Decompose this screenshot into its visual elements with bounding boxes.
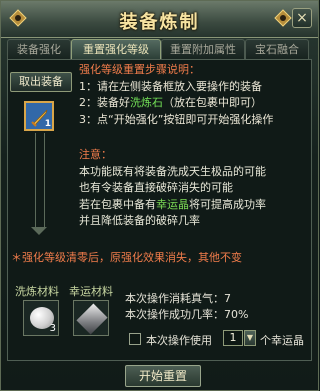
lucky-material-slot[interactable] (73, 300, 109, 336)
equipment-level-badge: 1 (44, 119, 51, 129)
tab-gem-fusion[interactable]: 宝石融合 (245, 39, 309, 59)
window-title: 装备炼制 (119, 12, 200, 33)
lucky-material-label: 幸运材料 (69, 285, 113, 298)
wash-material-label: 洗炼材料 (15, 285, 59, 298)
tab-reset-enhance-level[interactable]: 重置强化等级 (71, 39, 161, 59)
instruction-step-3: 3：点“开始强化”按钮即可开始强化操作 (79, 112, 274, 126)
wash-material-count: 3 (49, 323, 56, 334)
use-lucky-crystal-checkbox[interactable] (129, 333, 141, 345)
notice-line-1: 本功能既有将装备洗成天生极品的可能 (79, 164, 266, 178)
start-reset-button[interactable]: 开始重置 (125, 365, 201, 387)
wash-material-slot[interactable]: 3 (23, 300, 59, 336)
tab-bar: 装备强化 重置强化等级 重置附加属性 宝石融合 (7, 39, 312, 59)
forge-window: 装备炼制 × 装备强化 重置强化等级 重置附加属性 宝石融合 取出装备 1 强化… (0, 0, 319, 391)
use-lucky-crystal-label: 本次操作使用 (146, 334, 212, 347)
lucky-crystal-icon (76, 303, 108, 335)
notice-line-3-prefix: 若在包裹中备有 (79, 197, 156, 211)
notice-line-3-suffix: 将可提高成功率 (189, 197, 266, 211)
washing-stone-highlight: 洗炼石 (130, 96, 163, 110)
lucky-crystal-highlight: 幸运晶 (156, 197, 189, 211)
instruction-step-2: 2：装备好洗炼石（放在包裹中即可） (79, 95, 305, 112)
chevron-down-icon[interactable]: ▼ (244, 330, 256, 346)
instruction-step-1: 1：请在左侧装备框放入要操作的装备 (79, 79, 262, 93)
reset-warning: ＊强化等级清零后，原强化效果消失，其他不变 (11, 251, 242, 264)
tab-equipment-enhance[interactable]: 装备强化 (7, 39, 71, 59)
lucky-crystal-suffix: 个幸运晶 (260, 334, 304, 347)
remove-equipment-button[interactable]: 取出装备 (10, 72, 72, 92)
instruction-step-2-suffix: （放在包裹中即可） (163, 96, 262, 110)
close-button[interactable]: × (292, 8, 312, 28)
instructions-heading: 强化等级重置步骤说明： (79, 63, 200, 76)
tab-reset-extra-attributes[interactable]: 重置附加属性 (161, 39, 245, 59)
equipment-track (35, 133, 45, 229)
energy-cost: 本次操作消耗真气：7 (125, 292, 231, 305)
notice: 注意： 本功能既有将装备洗成天生极品的可能 也有令装备直接破碎消失的可能 若在包… (79, 147, 305, 230)
notice-line-3: 若在包裹中备有幸运晶将可提高成功率 (79, 197, 305, 214)
notice-line-4: 并且降低装备的破碎几率 (79, 214, 200, 228)
title-bar[interactable]: 装备炼制 × (1, 1, 318, 38)
lucky-crystal-quantity[interactable]: 1 (223, 330, 243, 346)
title-ornament-right-icon (274, 9, 292, 27)
success-rate: 本次操作成功几率：70% (125, 308, 249, 321)
equipment-slot[interactable]: 1 (24, 101, 54, 131)
track-arrow-icon (31, 227, 47, 235)
notice-line-2: 也有令装备直接破碎消失的可能 (79, 181, 233, 195)
instruction-step-2-prefix: 2：装备好 (79, 96, 130, 110)
notice-heading: 注意： (79, 148, 112, 161)
instructions: 强化等级重置步骤说明： 1：请在左侧装备框放入要操作的装备 2：装备好洗炼石（放… (79, 62, 305, 128)
